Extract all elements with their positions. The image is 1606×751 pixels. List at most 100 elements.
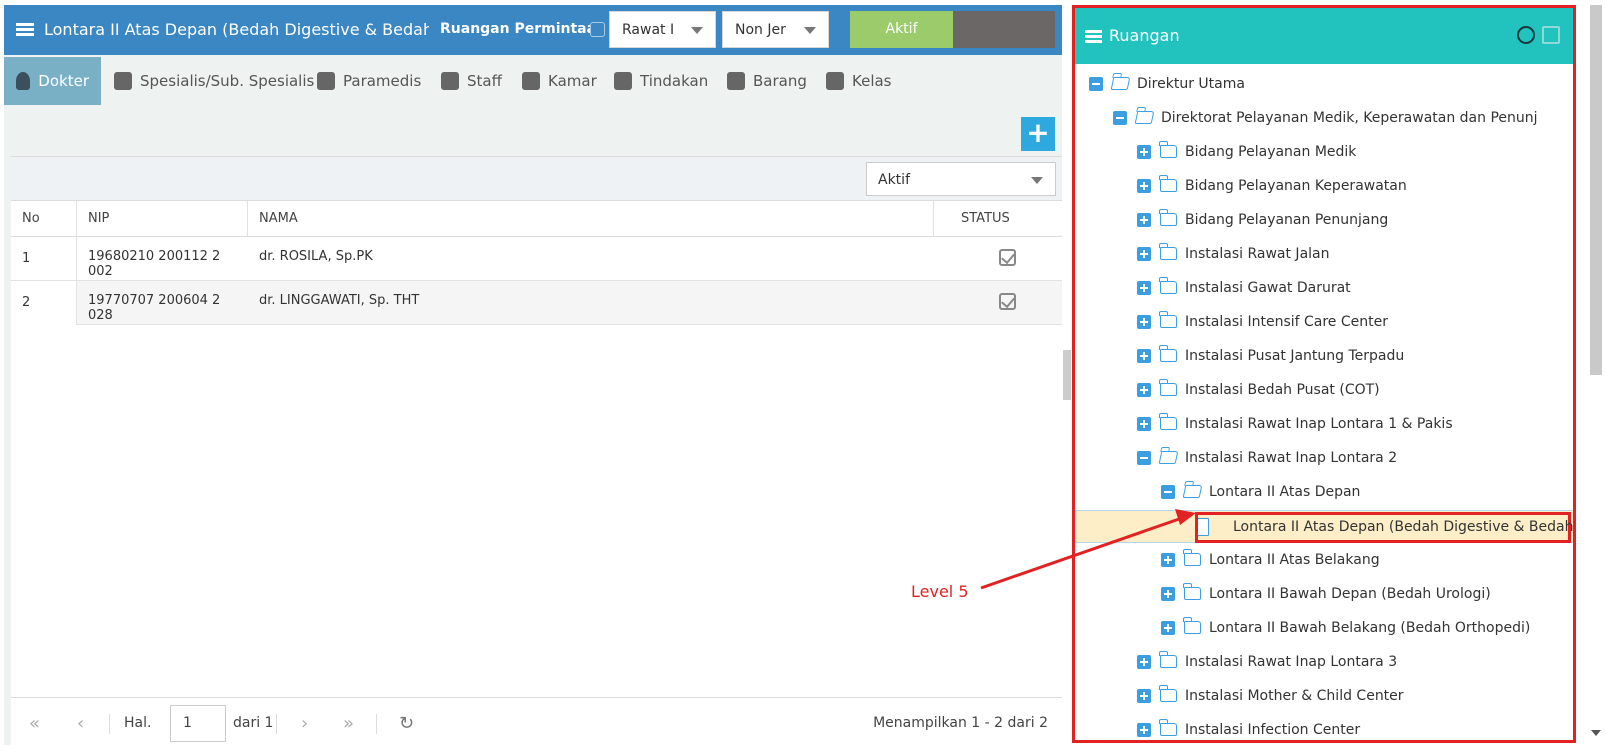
tab-dokter[interactable]: Dokter [4, 57, 101, 105]
folder-icon [1183, 617, 1201, 634]
tree-node[interactable]: Bidang Pelayanan Penunjang [1075, 204, 1573, 237]
tab-tindakan[interactable]: Tindakan [614, 57, 708, 105]
jer-select[interactable]: Non Jer [722, 11, 829, 48]
collapse-icon[interactable] [1161, 485, 1175, 499]
tree-node[interactable]: Direktur Utama [1075, 68, 1573, 101]
next-page-icon[interactable]: › [301, 713, 308, 734]
scroll-down-icon[interactable] [1591, 730, 1601, 736]
edit-icon[interactable] [1542, 26, 1560, 44]
folder-icon [1159, 685, 1177, 702]
page-label: Hal. [124, 715, 152, 731]
last-page-icon[interactable]: » [343, 713, 354, 734]
column-header-status[interactable]: STATUS [934, 201, 1062, 237]
tree-node-label: Bidang Pelayanan Keperawatan [1185, 178, 1407, 194]
expand-icon[interactable] [1137, 417, 1151, 431]
tree-node[interactable]: Instalasi Rawat Inap Lontara 1 & Pakis [1075, 408, 1573, 441]
status-filter-select[interactable]: Aktif [866, 162, 1056, 196]
tab-label: Dokter [38, 72, 89, 90]
tab-label: Spesialis/Sub. Spesialis [140, 72, 315, 90]
history-icon[interactable] [1517, 26, 1535, 44]
expand-icon[interactable] [1137, 349, 1151, 363]
collapse-icon[interactable] [1089, 77, 1103, 91]
tab-paramedis[interactable]: Paramedis [317, 57, 421, 105]
tree-node[interactable]: Instalasi Bedah Pusat (COT) [1075, 374, 1573, 407]
tree-node[interactable]: Bidang Pelayanan Medik [1075, 136, 1573, 169]
tab-bar: Dokter Spesialis/Sub. Spesialis Paramedi… [4, 57, 1062, 107]
tree-node-label: Lontara II Atas Depan [1209, 484, 1361, 500]
panel-splitter-handle[interactable] [1063, 350, 1071, 400]
tree-node[interactable]: Instalasi Mother & Child Center [1075, 680, 1573, 713]
tab-kamar[interactable]: Kamar [522, 57, 597, 105]
expand-icon[interactable] [1137, 315, 1151, 329]
collapse-icon[interactable] [1113, 111, 1127, 125]
nonaktif-toggle-button[interactable] [953, 11, 1055, 48]
ruangan-permintaan-checkbox[interactable] [590, 22, 605, 37]
tree-node[interactable]: Lontara II Atas Belakang [1075, 544, 1573, 577]
page-number-input[interactable]: 1 [170, 705, 226, 742]
star-icon [826, 72, 844, 90]
table-row[interactable]: 1 19680210 200112 2 002 dr. ROSILA, Sp.P… [11, 237, 1062, 281]
tree-title: Ruangan [1109, 26, 1180, 45]
column-header-no[interactable]: No [11, 201, 77, 237]
tree-node[interactable]: Instalasi Rawat Jalan [1075, 238, 1573, 271]
collapse-icon[interactable] [1137, 451, 1151, 465]
add-button[interactable]: + [1021, 117, 1055, 151]
tree-node[interactable]: Lontara II Bawah Depan (Bedah Urologi) [1075, 578, 1573, 611]
tree-node[interactable]: Lontara II Bawah Belakang (Bedah Orthope… [1075, 612, 1573, 645]
table-row[interactable]: 2 19770707 200604 2 028 dr. LINGGAWATI, … [11, 281, 1062, 325]
column-header-nama[interactable]: NAMA [248, 201, 934, 237]
dokter-grid: Aktif No NIP NAMA STATUS 1 19680210 2001… [11, 156, 1062, 749]
tree-node[interactable]: Instalasi Rawat Inap Lontara 3 [1075, 646, 1573, 679]
cell-no: 1 [11, 237, 77, 281]
expand-icon[interactable] [1137, 247, 1151, 261]
chevron-down-icon [804, 27, 816, 34]
tree-node[interactable]: Lontara II Atas Depan [1075, 476, 1573, 509]
aktif-toggle-button[interactable]: Aktif [850, 11, 953, 48]
tree-node[interactable]: Instalasi Intensif Care Center [1075, 306, 1573, 339]
tab-kelas[interactable]: Kelas [826, 57, 892, 105]
tree-node[interactable]: Instalasi Pusat Jantung Terpadu [1075, 340, 1573, 373]
page-total-label: dari 1 [233, 715, 274, 731]
tree-node[interactable]: Direktorat Pelayanan Medik, Keperawatan … [1075, 102, 1573, 135]
tree-node[interactable]: Instalasi Rawat Inap Lontara 2 [1075, 442, 1573, 475]
expand-icon[interactable] [1137, 723, 1151, 737]
tree-node[interactable]: Instalasi Infection Center [1075, 714, 1573, 740]
expand-icon[interactable] [1137, 689, 1151, 703]
tab-label: Staff [467, 72, 502, 90]
stethoscope-icon [317, 72, 335, 90]
scrollbar-thumb[interactable] [1590, 5, 1602, 375]
rawat-select[interactable]: Rawat I [609, 11, 716, 48]
expand-icon[interactable] [1137, 179, 1151, 193]
column-header-nip[interactable]: NIP [77, 201, 248, 237]
divider [376, 714, 377, 734]
tree-node-label: Bidang Pelayanan Penunjang [1185, 212, 1389, 228]
refresh-icon[interactable]: ↻ [399, 713, 414, 734]
expand-icon[interactable] [1161, 587, 1175, 601]
chevron-down-icon [691, 27, 703, 34]
expand-icon[interactable] [1137, 655, 1151, 669]
folder-icon [1159, 209, 1177, 226]
tab-barang[interactable]: Barang [727, 57, 807, 105]
tab-staff[interactable]: Staff [441, 57, 502, 105]
tab-label: Kelas [852, 72, 892, 90]
tree-node[interactable]: Instalasi Gawat Darurat [1075, 272, 1573, 305]
expand-icon[interactable] [1137, 281, 1151, 295]
expand-icon[interactable] [1137, 383, 1151, 397]
expand-icon[interactable] [1161, 553, 1175, 567]
folder-icon [1159, 175, 1177, 192]
tab-spesialis[interactable]: Spesialis/Sub. Spesialis [114, 57, 314, 105]
user-icon [441, 72, 459, 90]
folder-icon [1159, 277, 1177, 294]
tree-header: Ruangan [1075, 8, 1573, 64]
expand-icon[interactable] [1137, 213, 1151, 227]
first-page-icon[interactable]: « [29, 713, 40, 734]
tree-node[interactable]: Lontara II Atas Depan (Bedah Digestive &… [1075, 510, 1573, 543]
prev-page-icon[interactable]: ‹ [77, 713, 84, 734]
tree-node[interactable]: Bidang Pelayanan Keperawatan [1075, 170, 1573, 203]
folder-icon [1159, 345, 1177, 362]
folder-open-icon [1110, 77, 1131, 90]
expand-icon[interactable] [1137, 145, 1151, 159]
expand-icon[interactable] [1161, 621, 1175, 635]
ruangan-tree-panel: Ruangan Direktur Utama Direktorat Pelayan… [1072, 5, 1576, 743]
tab-label: Kamar [548, 72, 597, 90]
